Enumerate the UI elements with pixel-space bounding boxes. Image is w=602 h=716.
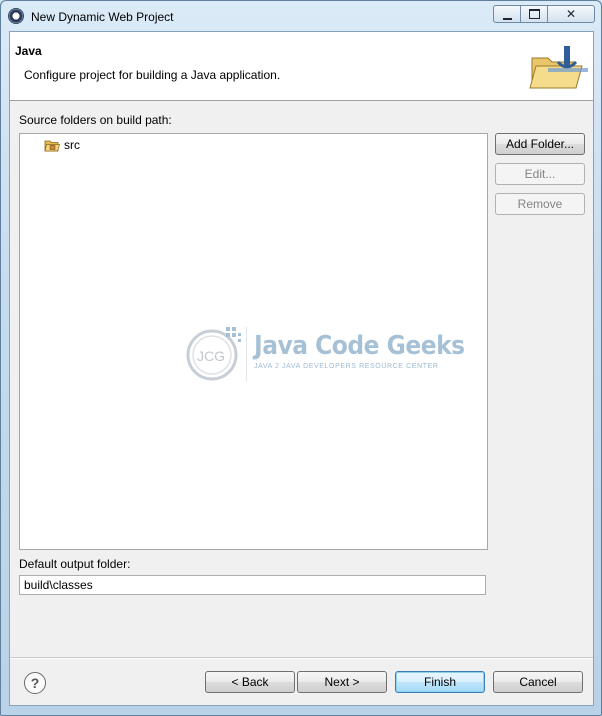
next-button[interactable]: Next >: [297, 671, 387, 693]
watermark-divider: [246, 327, 247, 382]
page-description: Configure project for building a Java ap…: [24, 68, 281, 82]
maximize-icon: [528, 9, 540, 19]
cancel-button[interactable]: Cancel: [493, 671, 583, 693]
page-title: Java: [15, 44, 42, 58]
minimize-icon: [502, 15, 512, 20]
watermark: JCG Java Code Geeks JAVA 2 JAVA DEVELOPE…: [182, 319, 465, 399]
package-folder-icon: [44, 140, 60, 151]
window-title: New Dynamic Web Project: [31, 10, 174, 24]
source-folders-label: Source folders on build path:: [19, 113, 172, 127]
finish-button[interactable]: Finish: [395, 671, 485, 693]
dialog-content: Java Configure project for building a Ja…: [9, 31, 594, 706]
wizard-header: Java Configure project for building a Ja…: [10, 32, 593, 101]
help-button[interactable]: ?: [24, 672, 46, 694]
watermark-tagline: JAVA 2 JAVA DEVELOPERS RESOURCE CENTER: [254, 363, 439, 370]
minimize-button[interactable]: [493, 5, 521, 23]
add-folder-button[interactable]: Add Folder...: [495, 133, 585, 155]
source-folders-list[interactable]: src JCG Java Code Geeks JAVA 2 JAVA DEVE…: [19, 133, 488, 550]
title-bar[interactable]: New Dynamic Web Project ✕: [1, 1, 601, 31]
list-item[interactable]: src: [44, 138, 80, 152]
maximize-button[interactable]: [520, 5, 548, 23]
output-folder-label: Default output folder:: [19, 557, 131, 571]
dialog-window: New Dynamic Web Project ✕ Java Configure…: [0, 0, 602, 716]
footer-separator: [10, 657, 593, 659]
edit-button[interactable]: Edit...: [495, 163, 585, 185]
remove-button[interactable]: Remove: [495, 193, 585, 215]
close-icon: ✕: [565, 7, 577, 21]
output-folder-input[interactable]: [19, 575, 486, 595]
watermark-brand: Java Code Geeks: [254, 331, 465, 361]
eclipse-icon: [8, 8, 24, 24]
help-icon: ?: [30, 675, 40, 691]
back-button[interactable]: < Back: [205, 671, 295, 693]
svg-text:JCG: JCG: [197, 348, 225, 364]
java-folder-icon: [529, 46, 588, 89]
close-button[interactable]: ✕: [547, 5, 595, 23]
list-item-label: src: [64, 138, 80, 152]
jcg-logo-icon: JCG: [186, 327, 241, 381]
